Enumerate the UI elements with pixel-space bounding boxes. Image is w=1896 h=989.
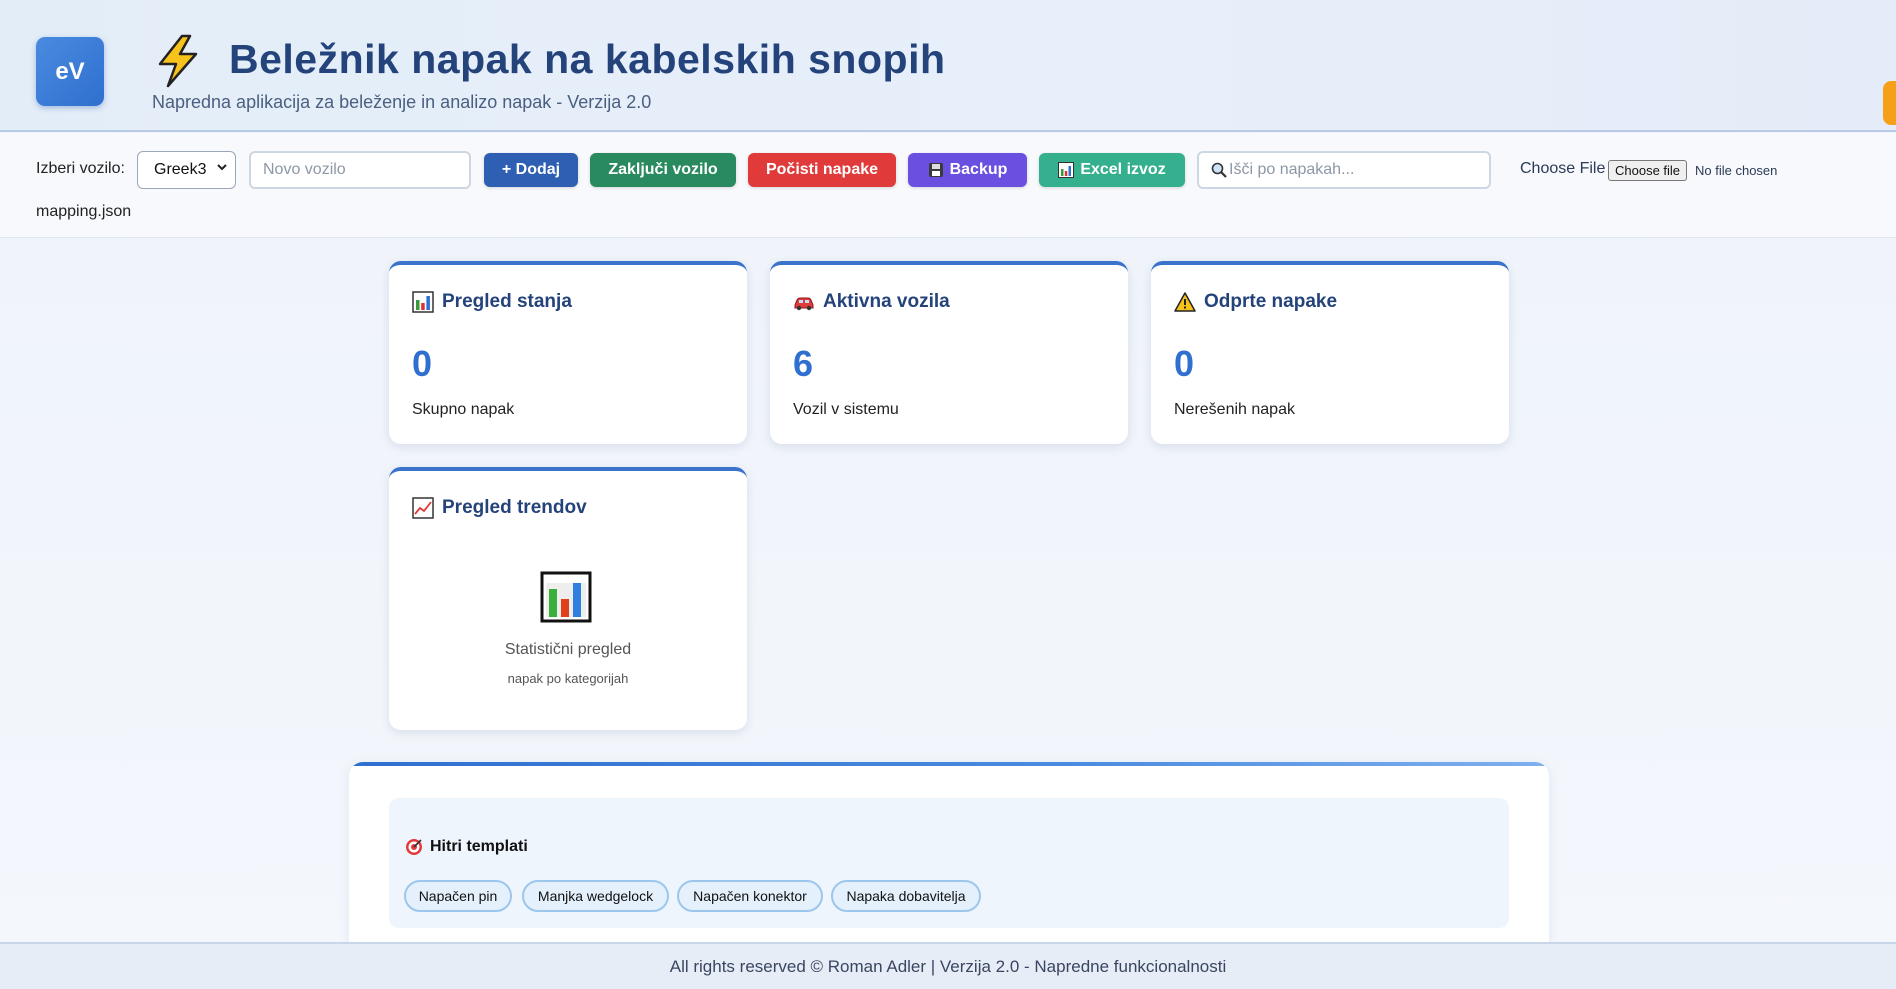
card-title: Aktivna vozila <box>793 291 950 313</box>
template-chip[interactable]: Manjka wedgelock <box>522 880 669 912</box>
backup-label: Backup <box>949 161 1008 178</box>
warning-icon <box>1174 292 1196 312</box>
mapping-filename: mapping.json <box>36 203 132 220</box>
card-title-text: Pregled trendov <box>442 497 587 518</box>
quick-templates: Hitri templati Napačen pin Manjka wedgel… <box>389 798 1509 928</box>
trend-subdescription: napak po kategorijah <box>507 671 629 686</box>
trend-chart-icon <box>412 497 434 519</box>
card-title: Pregled trendov <box>412 497 587 519</box>
bar-chart-icon <box>540 571 592 623</box>
card-title-text: Odprte napake <box>1204 291 1338 312</box>
side-tab[interactable] <box>1883 81 1896 125</box>
lightning-icon <box>158 34 198 88</box>
template-chip[interactable]: Napačen pin <box>404 880 512 912</box>
clear-errors-button[interactable]: Počisti napake <box>748 153 896 187</box>
logo-text: eV <box>55 57 85 85</box>
footer-text: All rights reserved © Roman Adler | Verz… <box>669 956 1227 976</box>
card-title-text: Pregled stanja <box>442 291 572 312</box>
main-panel: Hitri templati Napačen pin Manjka wedgel… <box>349 762 1549 942</box>
close-vehicle-button[interactable]: Zaključi vozilo <box>590 153 736 187</box>
add-vehicle-label: + Dodaj <box>501 161 561 178</box>
bar-chart-icon <box>412 291 434 313</box>
active-vehicles-value: 6 <box>793 343 814 384</box>
car-icon <box>794 297 814 311</box>
file-status: No file chosen <box>1695 163 1778 178</box>
backup-button[interactable]: Backup <box>908 153 1027 187</box>
total-errors-value: 0 <box>412 343 433 384</box>
app-logo: eV <box>36 37 104 106</box>
card-description: Vozil v sistemu <box>793 401 899 418</box>
app-header: eV Beležnik napak na kabelskih snopih Na… <box>0 0 1896 132</box>
page-subtitle: Napredna aplikacija za beleženje in anal… <box>152 92 652 112</box>
card-title-text: Aktivna vozila <box>823 291 950 312</box>
close-vehicle-label: Zaključi vozilo <box>608 161 718 178</box>
footer: All rights reserved © Roman Adler | Verz… <box>0 942 1896 989</box>
template-chip[interactable]: Napaka dobavitelja <box>831 880 981 912</box>
target-icon <box>406 839 422 855</box>
toolbar: Izberi vozilo: Greek3 Novo vozilo + Doda… <box>0 133 1896 238</box>
page-title: Beležnik napak na kabelskih snopih <box>229 36 946 82</box>
template-chip[interactable]: Napačen konektor <box>677 880 823 912</box>
vehicle-select-value: Greek3 <box>154 161 207 178</box>
new-vehicle-placeholder: Novo vozilo <box>263 161 346 178</box>
search-input[interactable]: Išči po napakah... <box>1197 151 1491 189</box>
card-status-overview: Pregled stanja 0 Skupno napak <box>389 261 747 444</box>
floppy-disk-icon <box>928 163 943 177</box>
card-trends-overview: Pregled trendov Statistični pregled napa… <box>389 467 747 730</box>
panel-accent-bar <box>349 762 1549 766</box>
vehicle-label: Izberi vozilo: <box>36 160 125 177</box>
vehicle-select[interactable]: Greek3 <box>137 151 236 189</box>
templates-title: Hitri templati <box>405 838 528 856</box>
chevron-down-icon <box>217 164 227 171</box>
clear-errors-label: Počisti napake <box>765 161 879 178</box>
search-icon <box>1211 162 1227 178</box>
bar-chart-icon <box>1058 162 1075 178</box>
card-title: Pregled stanja <box>412 291 572 313</box>
open-errors-value: 0 <box>1174 343 1195 384</box>
card-active-vehicles: Aktivna vozila 6 Vozil v sistemu <box>770 261 1128 444</box>
templates-title-text: Hitri templati <box>430 838 528 855</box>
card-description: Nerešenih napak <box>1174 401 1295 418</box>
card-description: Skupno napak <box>412 401 515 418</box>
new-vehicle-input[interactable]: Novo vozilo <box>249 151 471 189</box>
excel-export-button[interactable]: Excel izvoz <box>1039 153 1185 187</box>
choose-file-button[interactable]: Choose file <box>1608 160 1688 181</box>
card-title: Odprte napake <box>1174 291 1337 313</box>
add-vehicle-button[interactable]: + Dodaj <box>484 153 578 187</box>
card-open-errors: Odprte napake 0 Nerešenih napak <box>1151 261 1509 444</box>
file-upload-label: Choose File <box>1520 160 1606 177</box>
trend-description: Statistični pregled <box>504 641 632 658</box>
excel-export-label: Excel izvoz <box>1080 161 1166 178</box>
search-placeholder: Išči po napakah... <box>1229 161 1355 178</box>
